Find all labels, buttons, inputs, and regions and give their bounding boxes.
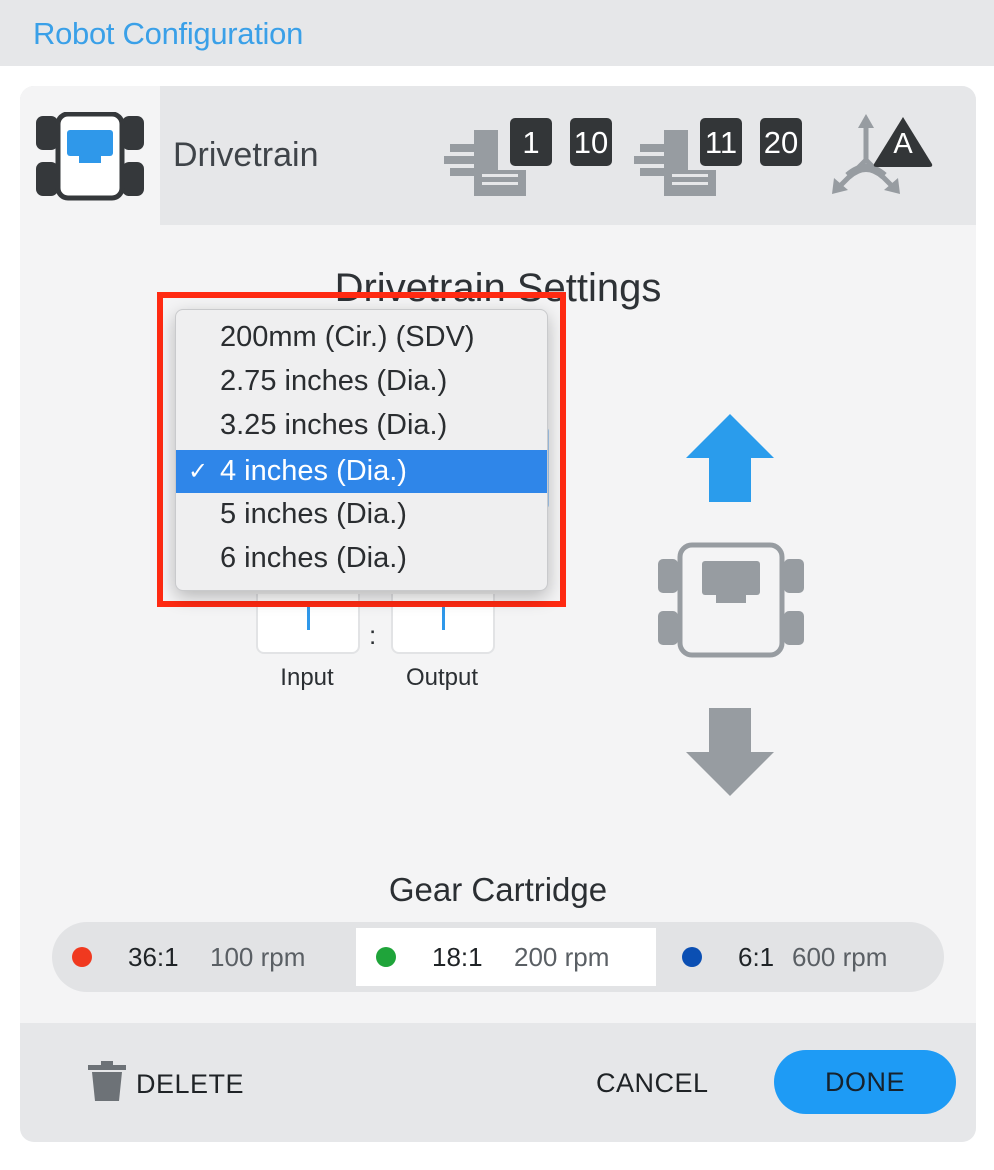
port-badge[interactable]: 1 [510, 118, 552, 166]
input-label: Input [280, 664, 334, 691]
dropdown-option[interactable]: 2.75 inches (Dia.) [176, 360, 547, 403]
gear-ratio: 18:1 [432, 942, 483, 972]
device-icon-tile[interactable] [20, 86, 160, 225]
gyro-port-label: A [893, 128, 913, 160]
top-bar: Robot Configuration [0, 0, 994, 66]
option-label: 200mm (Cir.) (SDV) [220, 321, 475, 353]
trash-icon [88, 1061, 126, 1101]
gear-rpm: 600 rpm [792, 942, 888, 972]
gear-option-18-1[interactable]: 18:1 200 rpm [356, 928, 656, 986]
port-badge[interactable]: 10 [570, 118, 612, 166]
gear-ratio: 36:1 [128, 942, 179, 972]
done-button[interactable]: DONE [774, 1050, 956, 1114]
gear-rpm: 100 rpm [210, 942, 306, 972]
option-label: 2.75 inches (Dia.) [220, 365, 448, 397]
gear-option-36-1[interactable]: 36:1 100 rpm [52, 928, 352, 986]
dropdown-option-selected[interactable]: ✓ 4 inches (Dia.) [176, 450, 547, 493]
option-label: 4 inches (Dia.) [220, 455, 407, 487]
gear-cartridge-selector: 36:1 100 rpm 18:1 200 rpm 6:1 600 rpm [52, 922, 944, 992]
port-badge[interactable]: 11 [700, 118, 742, 166]
gear-rpm: 200 rpm [514, 942, 610, 972]
port-badge[interactable]: 20 [760, 118, 802, 166]
config-panel: Drivetrain 1 10 11 20 A Drivetrain Setti… [20, 86, 976, 1142]
blue-dot-icon [682, 947, 702, 967]
dropdown-option[interactable]: 3.25 inches (Dia.) [176, 404, 547, 447]
text-cursor [307, 606, 310, 630]
ratio-separator: : [369, 620, 377, 650]
dropdown-option[interactable]: 5 inches (Dia.) [176, 493, 547, 536]
robot-icon [658, 542, 804, 658]
option-label: 5 inches (Dia.) [220, 498, 407, 530]
gear-option-6-1[interactable]: 6:1 600 rpm [662, 928, 962, 986]
wheel-size-dropdown[interactable]: 200mm (Cir.) (SDV) 2.75 inches (Dia.) 3.… [175, 309, 548, 591]
dialog-footer: DELETE CANCEL DONE [20, 1023, 976, 1142]
dropdown-option[interactable]: 6 inches (Dia.) [176, 537, 547, 580]
green-dot-icon [376, 947, 396, 967]
gyro-port-badge[interactable]: A [872, 114, 934, 168]
cancel-button[interactable]: CANCEL [596, 1068, 709, 1099]
device-header: Drivetrain 1 10 11 20 A [20, 86, 976, 225]
output-label: Output [405, 664, 479, 691]
drivetrain-icon [36, 112, 144, 201]
red-dot-icon [72, 947, 92, 967]
dropdown-option[interactable]: 200mm (Cir.) (SDV) [176, 316, 547, 359]
arrow-up-icon[interactable] [685, 414, 775, 504]
device-label: Drivetrain [173, 136, 319, 174]
option-label: 6 inches (Dia.) [220, 542, 407, 574]
checkmark-icon: ✓ [188, 458, 209, 485]
text-cursor [442, 606, 445, 630]
app-title: Robot Configuration [33, 16, 304, 51]
option-label: 3.25 inches (Dia.) [220, 409, 448, 441]
gear-cartridge-title: Gear Cartridge [388, 871, 608, 908]
gear-ratio: 6:1 [738, 942, 775, 972]
delete-label: DELETE [136, 1069, 245, 1099]
arrow-down-icon[interactable] [685, 708, 775, 798]
